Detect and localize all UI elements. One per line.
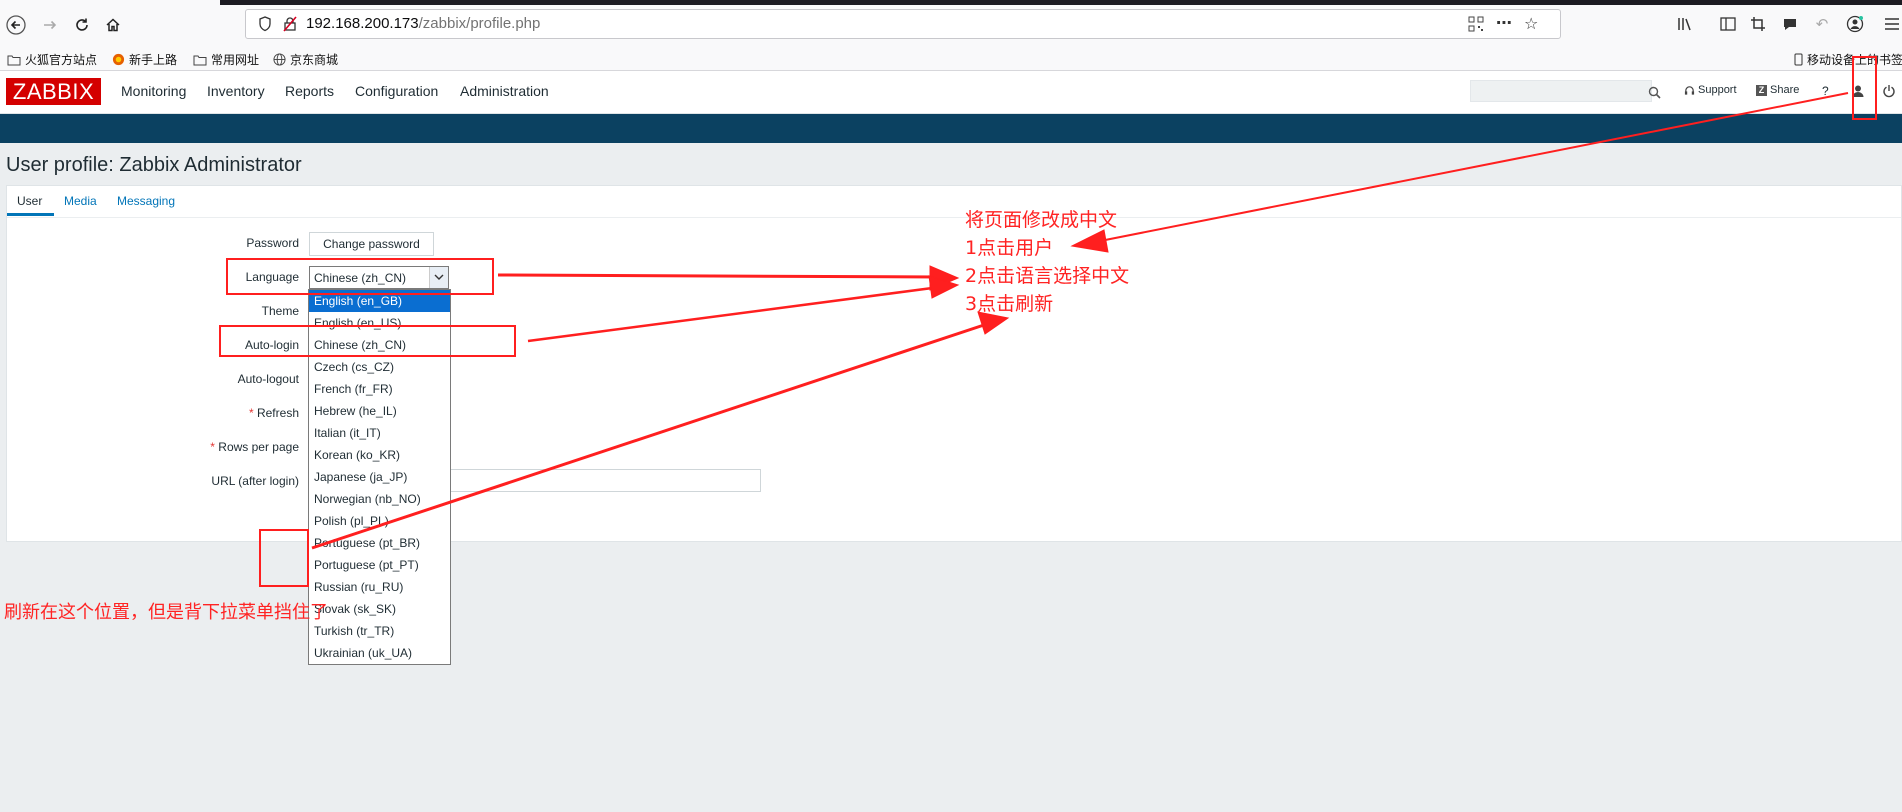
bookmark-getting-started[interactable]: 新手上路 [112, 51, 177, 68]
language-option[interactable]: Italian (it_IT) [309, 422, 450, 444]
account-icon[interactable] [1845, 13, 1865, 35]
sign-out-icon[interactable] [1882, 83, 1896, 102]
language-option[interactable]: Czech (cs_CZ) [309, 356, 450, 378]
share-link[interactable]: Z Share [1756, 84, 1799, 96]
annotation-step-1: 1点击用户 [965, 237, 1054, 259]
language-option[interactable]: French (fr_FR) [309, 378, 450, 400]
screenshot-crop-icon[interactable] [1748, 13, 1768, 35]
bookmark-label: 新手上路 [129, 53, 178, 67]
bookmark-common-sites[interactable]: 常用网址 [193, 51, 259, 68]
menu-administration[interactable]: Administration [460, 83, 549, 99]
forward-icon[interactable] [36, 11, 64, 39]
reload-icon[interactable] [68, 11, 96, 39]
label-rows-per-page: * Rows per page [99, 440, 299, 454]
label-theme: Theme [261, 304, 299, 318]
tab-messaging[interactable]: Messaging [117, 194, 175, 208]
headset-icon [1684, 85, 1695, 95]
globe-icon [273, 53, 286, 66]
label-rows-per-page-text: Rows per page [218, 440, 299, 454]
library-icon[interactable] [1676, 13, 1696, 35]
language-option[interactable]: Slovak (sk_SK) [309, 598, 450, 620]
zabbix-logo[interactable]: ZABBIX [6, 78, 101, 105]
annotation-step-3: 3点击刷新 [965, 293, 1054, 315]
zabbix-submenu-bar [0, 114, 1902, 143]
site-info-icon[interactable] [258, 16, 272, 36]
annotation-box-chinese-option [219, 325, 516, 357]
share-label: Share [1770, 84, 1800, 96]
label-refresh-text: Refresh [256, 406, 299, 420]
bookmark-star-icon[interactable]: ☆ [1524, 14, 1538, 33]
bookmark-label: 常用网址 [211, 53, 260, 67]
chat-icon[interactable] [1780, 13, 1800, 35]
bookmark-label: 京东商城 [290, 53, 339, 67]
share-icon: Z [1756, 84, 1767, 96]
page-actions-icon[interactable]: ⋯ [1496, 13, 1512, 32]
bookmark-firefox-official[interactable]: 火狐官方站点 [7, 51, 97, 68]
folder-icon [7, 55, 21, 65]
language-option[interactable]: Polish (pl_PL) [309, 510, 450, 532]
active-tab-indicator [7, 213, 54, 216]
language-option[interactable]: Japanese (ja_JP) [309, 466, 450, 488]
annotation-box-refresh-location [259, 529, 309, 587]
bookmark-jd-mall[interactable]: 京东商城 [273, 51, 338, 68]
insecure-lock-icon[interactable] [282, 16, 298, 36]
annotation-step-title: 将页面修改成中文 [965, 209, 1118, 231]
annotation-box-language [226, 258, 494, 295]
language-option[interactable]: Ukrainian (uk_UA) [309, 642, 450, 664]
browser-top-strip [220, 0, 1902, 5]
hamburger-menu-icon[interactable] [1882, 13, 1902, 35]
back-icon[interactable] [2, 11, 30, 39]
sidebar-icon[interactable] [1718, 13, 1738, 35]
search-icon[interactable] [1648, 84, 1661, 103]
browser-toolbar: 192.168.200.173/zabbix/profile.php ⋯ ☆ ↶ [0, 0, 1902, 49]
url-text: 192.168.200.173/zabbix/profile.php [306, 15, 541, 32]
support-label: Support [1698, 84, 1737, 96]
annotation-box-user-icon [1852, 56, 1877, 120]
language-option[interactable]: Norwegian (nb_NO) [309, 488, 450, 510]
label-autologout: Auto-logout [237, 372, 299, 386]
page-title: User profile: Zabbix Administrator [6, 154, 302, 176]
help-icon[interactable]: ? [1822, 84, 1829, 98]
language-option[interactable]: Portuguese (pt_PT) [309, 554, 450, 576]
language-option[interactable]: Korean (ko_KR) [309, 444, 450, 466]
annotation-bottom-note: 刷新在这个位置，但是背下拉菜单挡住了 [4, 602, 328, 623]
language-option[interactable]: Portuguese (pt_BR) [309, 532, 450, 554]
label-password: Password [246, 236, 299, 250]
undo-icon[interactable]: ↶ [1812, 13, 1832, 35]
url-after-login-input[interactable] [446, 469, 761, 492]
tab-bar: User Media Messaging [7, 186, 1901, 218]
tab-user[interactable]: User [17, 194, 42, 208]
required-marker: * [248, 406, 254, 420]
url-bar[interactable]: 192.168.200.173/zabbix/profile.php ⋯ ☆ [245, 9, 1561, 39]
required-marker: * [210, 440, 215, 454]
menu-reports[interactable]: Reports [285, 83, 334, 99]
menu-inventory[interactable]: Inventory [207, 83, 265, 99]
annotation-step-2: 2点击语言选择中文 [965, 265, 1130, 287]
home-icon[interactable] [99, 11, 127, 39]
label-url-after-login: URL (after login) [211, 474, 299, 488]
label-refresh: * Refresh [99, 406, 299, 420]
bookmark-mobile[interactable]: 移动设备上的书签 [1794, 51, 1902, 68]
qr-code-icon[interactable] [1468, 16, 1484, 36]
tab-media[interactable]: Media [64, 194, 97, 208]
zabbix-header: ZABBIX Monitoring Inventory Reports Conf… [0, 71, 1902, 114]
search-input[interactable] [1470, 80, 1652, 102]
menu-configuration[interactable]: Configuration [355, 83, 438, 99]
bookmarks-bar: 火狐官方站点 新手上路 常用网址 京东商城 移动设备上的书签 [0, 49, 1902, 71]
support-link[interactable]: Support [1684, 84, 1737, 96]
menu-monitoring[interactable]: Monitoring [121, 83, 186, 99]
language-option[interactable]: Russian (ru_RU) [309, 576, 450, 598]
folder-icon [193, 55, 207, 65]
firefox-icon [112, 53, 125, 66]
change-password-button[interactable]: Change password [309, 232, 434, 256]
language-option[interactable]: Turkish (tr_TR) [309, 620, 450, 642]
bookmark-label: 火狐官方站点 [25, 53, 98, 67]
mobile-device-icon [1794, 53, 1803, 66]
language-option[interactable]: Hebrew (he_IL) [309, 400, 450, 422]
